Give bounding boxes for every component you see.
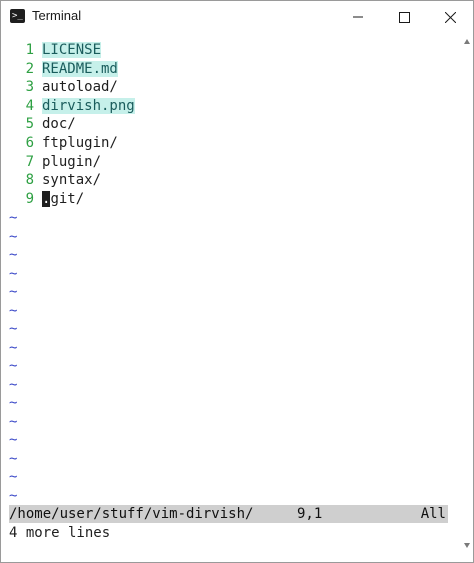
tilde-marker: ~ (9, 247, 18, 263)
empty-line-markers: ~ ~ ~ ~ ~ ~ ~ ~ ~ ~ ~ ~ ~ ~ ~ ~ (9, 209, 17, 505)
tilde-marker: ~ (9, 302, 18, 319)
maximize-button[interactable] (381, 1, 427, 33)
list-item[interactable]: 4 dirvish.png (9, 97, 135, 116)
list-item-current[interactable]: 9 .git/ (9, 190, 135, 209)
tilde-marker: ~ (9, 432, 18, 448)
tilde-marker: ~ (9, 450, 18, 467)
tilde-marker: ~ (9, 395, 18, 411)
maximize-icon (398, 11, 410, 23)
terminal-icon: >_ (10, 9, 25, 23)
line-number: 5 (25, 116, 34, 133)
close-icon (444, 11, 456, 23)
line-number: 4 (25, 97, 34, 114)
list-item[interactable]: 7 plugin/ (9, 153, 135, 172)
command-line-message: 4 more lines (9, 525, 111, 541)
line-number: 9 (25, 190, 34, 207)
directory-entry[interactable]: git/ (50, 191, 84, 207)
list-item[interactable]: 1 LICENSE (9, 41, 135, 60)
file-entry[interactable]: dirvish.png (42, 97, 135, 114)
directory-entry[interactable]: autoload/ (42, 79, 118, 95)
line-number: 8 (25, 172, 34, 189)
tilde-marker: ~ (9, 376, 18, 393)
tilde-marker: ~ (9, 487, 18, 504)
status-line: /home/user/stuff/vim-dirvish/ 9,1 All (9, 505, 448, 523)
window-title: Terminal (32, 8, 82, 23)
status-path: /home/user/stuff/vim-dirvish/ (9, 506, 254, 522)
tilde-marker: ~ (9, 413, 18, 430)
tilde-marker: ~ (9, 339, 18, 356)
line-number: 2 (25, 60, 34, 77)
terminal-window: >_ Terminal 1 LICENSE 2 README.md 3 autoloa… (0, 0, 474, 563)
tilde-marker: ~ (9, 321, 18, 337)
directory-entry[interactable]: plugin/ (42, 154, 101, 170)
directory-entry[interactable]: syntax/ (42, 172, 101, 188)
cursor-position: 9,1 (297, 506, 323, 522)
scrollbar[interactable] (464, 35, 472, 555)
file-entry[interactable]: README.md (42, 60, 118, 77)
line-number: 6 (25, 134, 34, 151)
line-number: 1 (25, 42, 34, 58)
tilde-marker: ~ (9, 469, 18, 485)
file-entry[interactable]: LICENSE (42, 42, 102, 58)
tilde-marker: ~ (9, 265, 18, 282)
title-bar[interactable]: >_ Terminal (1, 1, 473, 33)
list-item[interactable]: 8 syntax/ (9, 171, 135, 190)
tilde-marker: ~ (9, 358, 18, 374)
list-item[interactable]: 3 autoload/ (9, 78, 135, 97)
line-number: 3 (25, 79, 34, 96)
tilde-marker: ~ (9, 210, 18, 226)
directory-entry[interactable]: doc/ (42, 116, 76, 132)
close-button[interactable] (427, 1, 473, 33)
terminal-content[interactable]: 1 LICENSE 2 README.md 3 autoload/ 4 dirvish.… (1, 33, 473, 562)
directory-entry[interactable]: ftplugin/ (42, 135, 118, 151)
list-item[interactable]: 5 doc/ (9, 115, 135, 134)
scroll-indicator: All (420, 506, 446, 522)
tilde-marker: ~ (9, 284, 18, 300)
list-item[interactable]: 2 README.md (9, 60, 135, 79)
minimize-icon (353, 16, 363, 18)
scroll-down-icon[interactable] (464, 543, 470, 548)
buffer-lines: 1 LICENSE 2 README.md 3 autoload/ 4 dirvish.… (9, 41, 135, 208)
line-number: 7 (25, 153, 34, 170)
minimize-button[interactable] (335, 1, 381, 33)
list-item[interactable]: 6 ftplugin/ (9, 134, 135, 153)
scroll-up-icon[interactable] (464, 39, 470, 44)
tilde-marker: ~ (9, 228, 18, 245)
